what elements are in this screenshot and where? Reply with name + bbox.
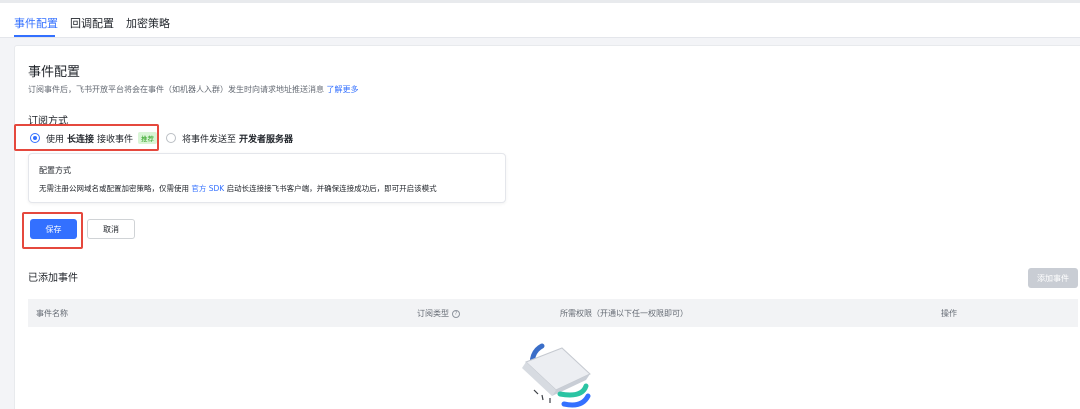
config-text-before: 无需注册公网域名或配置加密策略，仅需使用 bbox=[39, 184, 189, 193]
description-text: 订阅事件后，飞书开放平台将会在事件（如机器人入群）发生时向请求地址推送消息 bbox=[28, 85, 324, 94]
column-subscription-type-label: 订阅类型 bbox=[417, 309, 449, 318]
help-icon[interactable]: ? bbox=[452, 309, 460, 318]
option2-bold: 开发者服务器 bbox=[239, 134, 294, 145]
option2-prefix: 将事件发送至 bbox=[182, 134, 237, 145]
highlight-box-option bbox=[14, 124, 159, 151]
highlight-box-save bbox=[22, 212, 83, 249]
learn-more-link[interactable]: 了解更多 bbox=[327, 85, 359, 94]
config-text-after: 启动长连接接飞书客户端，并确保连接成功后，即可开启该模式 bbox=[226, 184, 437, 193]
cancel-button[interactable]: 取消 bbox=[87, 219, 135, 239]
tab-callback-config[interactable]: 回调配置 bbox=[70, 15, 114, 31]
official-sdk-link[interactable]: 官方 SDK bbox=[191, 184, 224, 193]
tab-bar: 事件配置 回调配置 加密策略 bbox=[0, 3, 1080, 38]
tab-active-indicator bbox=[14, 35, 55, 37]
config-info-panel: 配置方式 无需注册公网域名或配置加密策略，仅需使用 官方 SDK 启动长连接接飞… bbox=[28, 153, 506, 203]
column-actions: 操作 bbox=[941, 309, 957, 318]
page-description: 订阅事件后，飞书开放平台将会在事件（如机器人入群）发生时向请求地址推送消息 了解… bbox=[28, 84, 359, 95]
radio-developer-server[interactable]: 将事件发送至 开发者服务器 bbox=[166, 130, 296, 146]
radio-button-unchecked[interactable] bbox=[166, 133, 176, 143]
events-table-header: 事件名称 订阅类型 ? 所需权限（开通以下任一权限即可） 操作 bbox=[28, 299, 1078, 327]
column-subscription-type: 订阅类型 ? bbox=[417, 308, 460, 319]
config-text: 无需注册公网域名或配置加密策略，仅需使用 官方 SDK 启动长连接接飞书客户端，… bbox=[39, 183, 437, 194]
tab-encryption-strategy[interactable]: 加密策略 bbox=[126, 15, 170, 31]
column-required-permissions: 所需权限（开通以下任一权限即可） bbox=[560, 309, 688, 318]
column-event-name: 事件名称 bbox=[36, 309, 68, 318]
empty-state-icon bbox=[522, 343, 591, 408]
page-title: 事件配置 bbox=[28, 65, 81, 80]
add-event-button[interactable]: 添加事件 bbox=[1028, 268, 1078, 288]
config-title: 配置方式 bbox=[39, 166, 71, 175]
tab-event-config[interactable]: 事件配置 bbox=[14, 15, 58, 31]
added-events-title: 已添加事件 bbox=[28, 273, 78, 284]
